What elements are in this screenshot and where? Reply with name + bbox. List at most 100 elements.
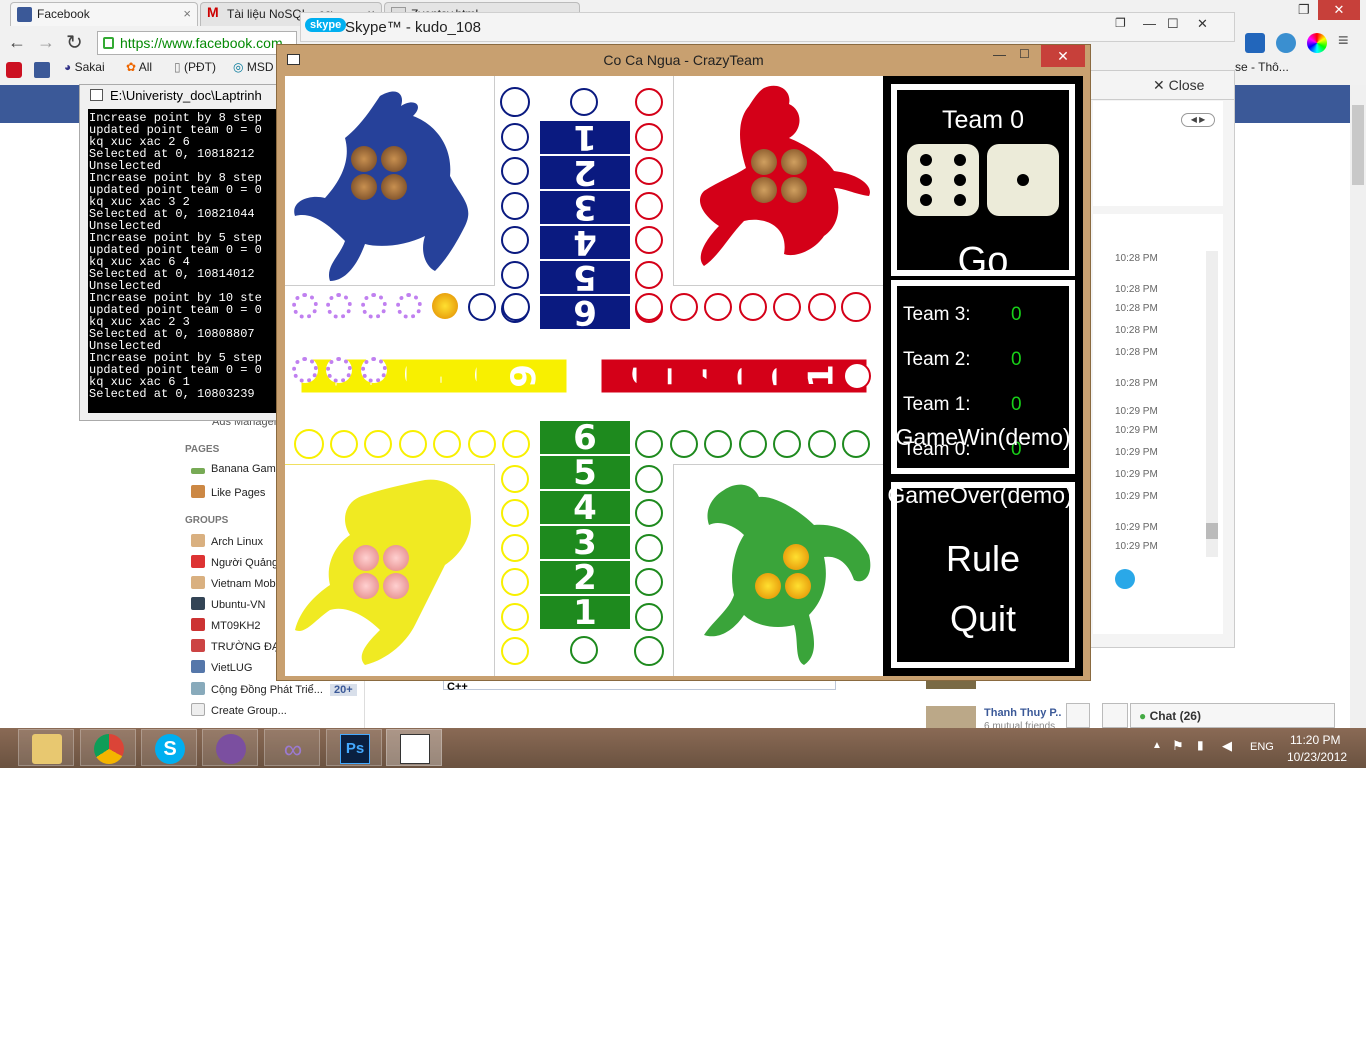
green-piece-icon[interactable]	[432, 293, 458, 319]
path-cell[interactable]	[773, 430, 801, 458]
path-cell[interactable]	[433, 430, 461, 458]
chrome-menu-icon[interactable]: ≡	[1338, 30, 1349, 51]
bookmark-all[interactable]: ✿ All	[126, 60, 152, 74]
back-button[interactable]: ←	[8, 32, 26, 53]
group-item[interactable]: Ubuntu-VN	[191, 597, 265, 611]
path-cell[interactable]	[364, 430, 392, 458]
game-close-button[interactable]: ✕	[1041, 45, 1085, 67]
skype-close-icon[interactable]: ✕	[1197, 16, 1208, 32]
skype-maximize-icon[interactable]: ☐	[1167, 16, 1179, 32]
taskbar-chrome[interactable]	[80, 729, 136, 766]
red-piece-icon[interactable]	[751, 149, 777, 175]
skype-titlebar[interactable]: skype Skype™ - kudo_108 ❐ — ☐ ✕	[300, 12, 1235, 42]
chat-scrollbar[interactable]	[1206, 251, 1218, 557]
address-bar[interactable]: https://www.facebook.com	[97, 31, 297, 55]
tab-facebook[interactable]: Facebook ×	[10, 2, 198, 26]
quit-button[interactable]: Quit	[897, 598, 1069, 640]
go-button[interactable]: Go	[897, 240, 1069, 283]
group-item[interactable]: Arch Linux	[191, 534, 263, 548]
path-cell[interactable]	[294, 429, 324, 459]
path-cell[interactable]	[501, 191, 529, 220]
path-cell[interactable]	[501, 499, 529, 527]
highlight-ring-icon[interactable]	[361, 293, 387, 319]
chat-bar[interactable]: ● Chat (26)	[1130, 703, 1335, 728]
close-button[interactable]: ✕ Close	[1153, 77, 1204, 94]
blue-piece-icon[interactable]	[381, 174, 407, 200]
page-nav-arrows-icon[interactable]: ◀ ▶	[1181, 113, 1215, 127]
path-cell[interactable]	[502, 430, 530, 458]
bookmark-sakai[interactable]: ◕ Sakai	[64, 60, 105, 74]
extension-icon[interactable]	[6, 62, 22, 78]
path-cell[interactable]	[635, 157, 663, 185]
group-item[interactable]: Vietnam Mobi	[191, 576, 278, 590]
path-cell[interactable]	[635, 122, 663, 151]
path-cell[interactable]	[635, 430, 663, 458]
extension-circle-icon[interactable]	[1276, 33, 1296, 53]
red-piece-icon[interactable]	[751, 177, 777, 203]
path-cell[interactable]	[329, 430, 358, 458]
path-cell[interactable]	[704, 430, 732, 458]
game-minimize-icon[interactable]: —	[993, 47, 1006, 62]
path-cell[interactable]	[501, 637, 529, 665]
path-cell[interactable]	[635, 464, 663, 493]
red-piece-icon[interactable]	[781, 177, 807, 203]
path-cell[interactable]	[635, 568, 663, 596]
yellow-piece-icon[interactable]	[383, 573, 409, 599]
group-item[interactable]: Cộng Đồng Phát Triể... 20+	[191, 682, 357, 696]
path-cell[interactable]	[501, 157, 529, 185]
game-maximize-icon[interactable]: ☐	[1019, 47, 1030, 61]
dice-6-icon[interactable]	[907, 144, 979, 216]
taskbar-explorer[interactable]	[18, 729, 74, 766]
path-cell[interactable]	[467, 430, 496, 458]
path-cell[interactable]	[635, 88, 663, 116]
path-cell[interactable]	[738, 293, 767, 321]
taskbar-yahoo[interactable]	[202, 729, 258, 766]
path-cell[interactable]	[635, 499, 663, 527]
game-window[interactable]: Co Ca Ngua - CrazyTeam — ☐ ✕ 123456 654	[276, 44, 1091, 681]
taskbar-photoshop[interactable]: Ps	[326, 729, 382, 766]
clock-date[interactable]: 10/23/2012	[1287, 750, 1347, 764]
forward-button[interactable]: →	[37, 32, 55, 53]
bookmark-right[interactable]: se - Thô...	[1235, 60, 1289, 74]
path-cell[interactable]	[738, 430, 767, 458]
extension-color-icon[interactable]	[1307, 33, 1327, 53]
group-item[interactable]: MT09KH2	[191, 618, 261, 632]
green-piece-icon[interactable]	[755, 573, 781, 599]
facebook-bookmark-icon[interactable]	[34, 62, 50, 78]
taskbar-vs[interactable]: ∞	[264, 729, 320, 766]
path-cell[interactable]	[467, 293, 496, 321]
path-cell[interactable]	[501, 568, 529, 596]
chat-options-icon[interactable]	[1066, 703, 1090, 728]
path-cell[interactable]	[807, 430, 836, 458]
green-stable[interactable]	[673, 464, 883, 676]
yellow-piece-icon[interactable]	[353, 545, 379, 571]
scrollbar-thumb[interactable]	[1352, 105, 1364, 185]
chat-scrollbar-thumb[interactable]	[1206, 523, 1218, 539]
game-board[interactable]: 123456 654321 123456 654321 Team 0 Go	[285, 76, 1083, 676]
gameover-button[interactable]: GameOver(demo)	[877, 482, 1083, 509]
path-cell[interactable]	[501, 533, 529, 562]
path-cell[interactable]	[500, 87, 530, 117]
taskbar-game[interactable]	[386, 729, 442, 766]
path-cell[interactable]	[635, 602, 663, 631]
yellow-piece-icon[interactable]	[353, 573, 379, 599]
close-tab-icon[interactable]: ×	[183, 6, 191, 21]
highlight-ring-icon[interactable]	[361, 357, 387, 383]
browser-close-button[interactable]: ✕	[1318, 0, 1360, 20]
language-indicator[interactable]: ENG	[1250, 741, 1274, 753]
path-cell[interactable]	[807, 293, 836, 321]
highlight-ring-icon[interactable]	[292, 293, 318, 319]
red-piece-icon[interactable]	[781, 149, 807, 175]
reload-button[interactable]: ↻	[66, 30, 83, 55]
green-piece-icon[interactable]	[785, 573, 811, 599]
tray-expand-icon[interactable]: ▲	[1152, 740, 1162, 751]
path-cell[interactable]	[501, 226, 529, 254]
chat-send-icon[interactable]	[1115, 569, 1135, 589]
path-cell[interactable]	[635, 260, 663, 289]
path-cell[interactable]	[501, 464, 529, 493]
taskbar-skype[interactable]: S	[141, 729, 197, 766]
path-cell[interactable]	[501, 602, 529, 631]
extension-jt-icon[interactable]	[1245, 33, 1265, 53]
gamewin-button[interactable]: GameWin(demo)	[883, 424, 1083, 451]
blue-piece-icon[interactable]	[351, 146, 377, 172]
